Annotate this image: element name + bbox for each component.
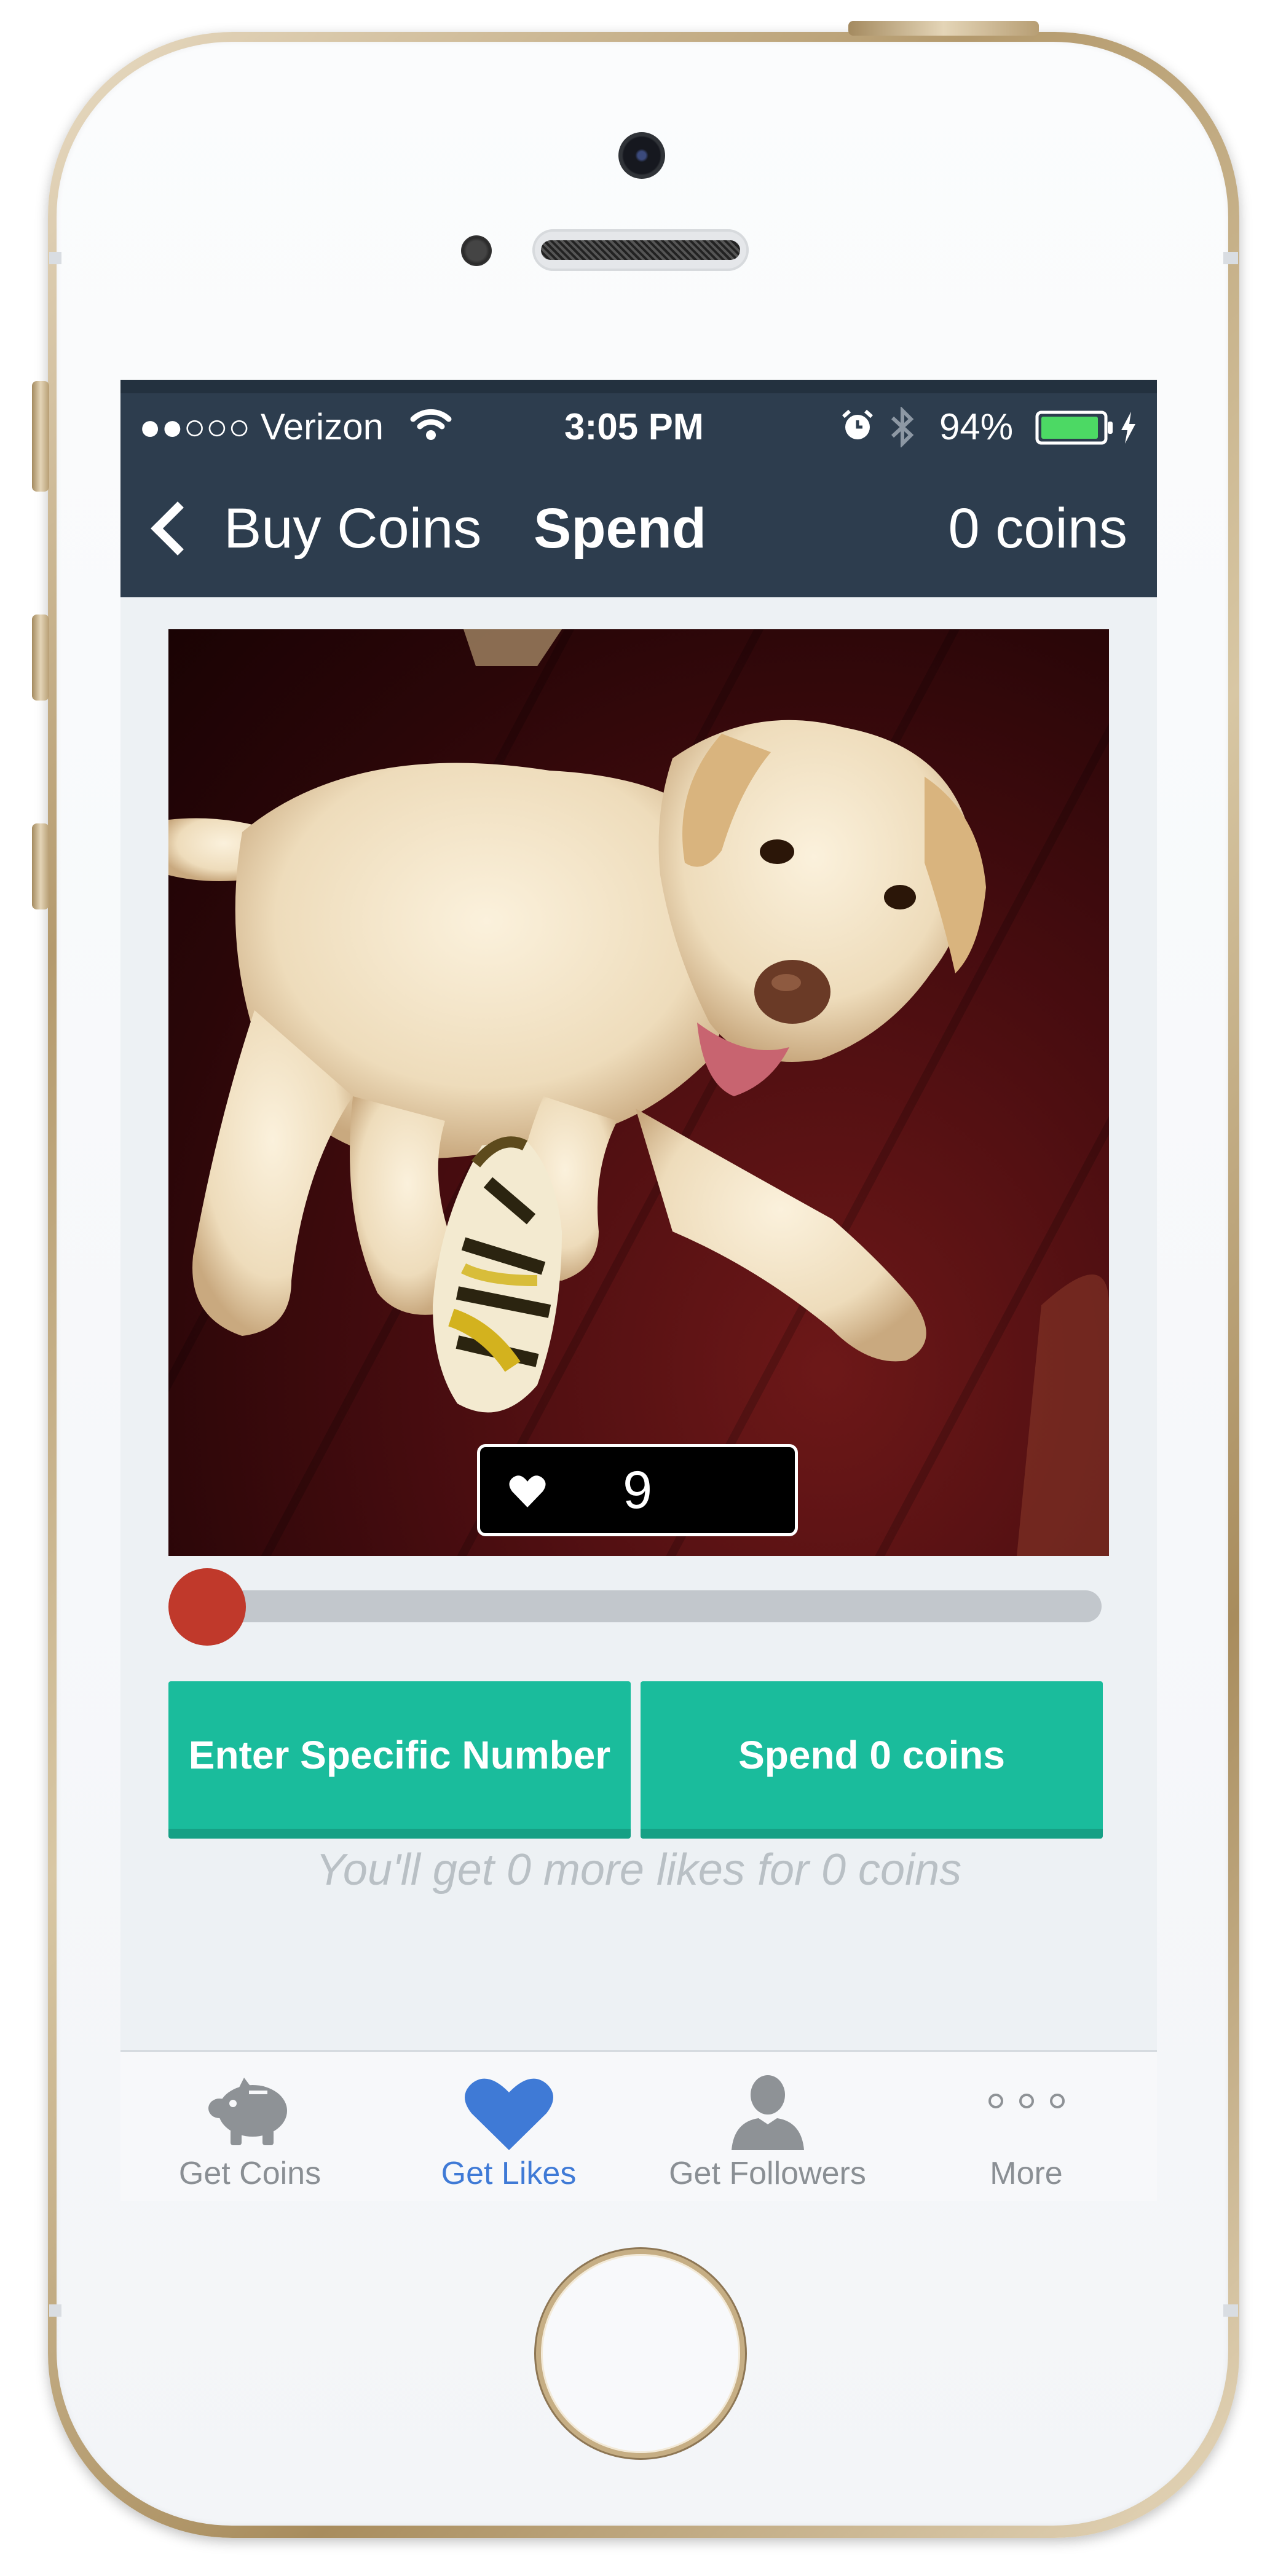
volume-down-button bbox=[32, 823, 49, 909]
back-button[interactable]: Buy Coins bbox=[145, 497, 482, 560]
piggy-bank-icon bbox=[206, 2074, 294, 2151]
likes-slider-thumb[interactable] bbox=[168, 1568, 246, 1646]
proximity-sensor bbox=[461, 235, 492, 266]
status-bar: ●●○○○ Verizon 3:05 PM 94% bbox=[120, 380, 1157, 455]
tab-bar: Get Coins Get Likes Get Followers More bbox=[120, 2050, 1157, 2201]
likes-slider-track[interactable] bbox=[188, 1590, 1102, 1622]
coin-balance: 0 coins bbox=[948, 497, 1128, 560]
volume-up-button bbox=[32, 615, 49, 701]
phone-screen: ●●○○○ Verizon 3:05 PM 94% Buy Coins Spen… bbox=[120, 380, 1157, 2201]
tab-get-coins[interactable]: Get Coins bbox=[120, 2052, 379, 2201]
chevron-left-icon bbox=[151, 501, 205, 556]
back-button-label: Buy Coins bbox=[224, 497, 482, 560]
tab-label: Get Coins bbox=[178, 2156, 322, 2191]
home-button[interactable] bbox=[536, 2249, 745, 2458]
carrier-label: ●●○○○ Verizon bbox=[139, 406, 384, 447]
antenna-line bbox=[1223, 2304, 1238, 2317]
tab-more[interactable]: More bbox=[897, 2052, 1156, 2201]
tab-label: Get Followers bbox=[669, 2156, 866, 2191]
alarm-icon bbox=[840, 408, 875, 453]
earpiece-speaker bbox=[532, 229, 749, 271]
dog-photo-content bbox=[168, 629, 1109, 1556]
power-button bbox=[848, 21, 1039, 36]
person-icon bbox=[728, 2074, 808, 2153]
antenna-line bbox=[49, 2304, 61, 2317]
antenna-line bbox=[1223, 252, 1238, 264]
mute-switch bbox=[32, 381, 49, 492]
post-photo: 9 bbox=[168, 629, 1109, 1556]
likes-summary-text: You'll get 0 more likes for 0 coins bbox=[315, 1845, 962, 1895]
navigation-bar: Buy Coins Spend 0 coins bbox=[120, 455, 1157, 597]
tab-label: Get Likes bbox=[441, 2156, 577, 2191]
enter-specific-number-button[interactable]: Enter Specific Number bbox=[168, 1681, 631, 1839]
tab-get-likes[interactable]: Get Likes bbox=[379, 2052, 638, 2201]
charging-icon bbox=[1119, 410, 1137, 454]
more-dots-icon bbox=[987, 2089, 1067, 2116]
antenna-line bbox=[49, 252, 61, 264]
likes-count: 9 bbox=[623, 1460, 652, 1520]
wifi-icon bbox=[409, 403, 452, 455]
spend-coins-button[interactable]: Spend 0 coins bbox=[641, 1681, 1103, 1839]
page-title: Spend bbox=[534, 497, 707, 560]
tab-get-followers[interactable]: Get Followers bbox=[638, 2052, 897, 2201]
likes-count-badge: 9 bbox=[477, 1444, 798, 1536]
battery-percent: 94% bbox=[939, 406, 1014, 447]
battery-icon bbox=[1035, 410, 1114, 454]
bluetooth-icon bbox=[889, 406, 916, 457]
tab-label: More bbox=[990, 2156, 1063, 2191]
heart-icon bbox=[463, 2074, 555, 2157]
clock-time: 3:05 PM bbox=[564, 406, 704, 447]
front-camera bbox=[618, 132, 665, 179]
